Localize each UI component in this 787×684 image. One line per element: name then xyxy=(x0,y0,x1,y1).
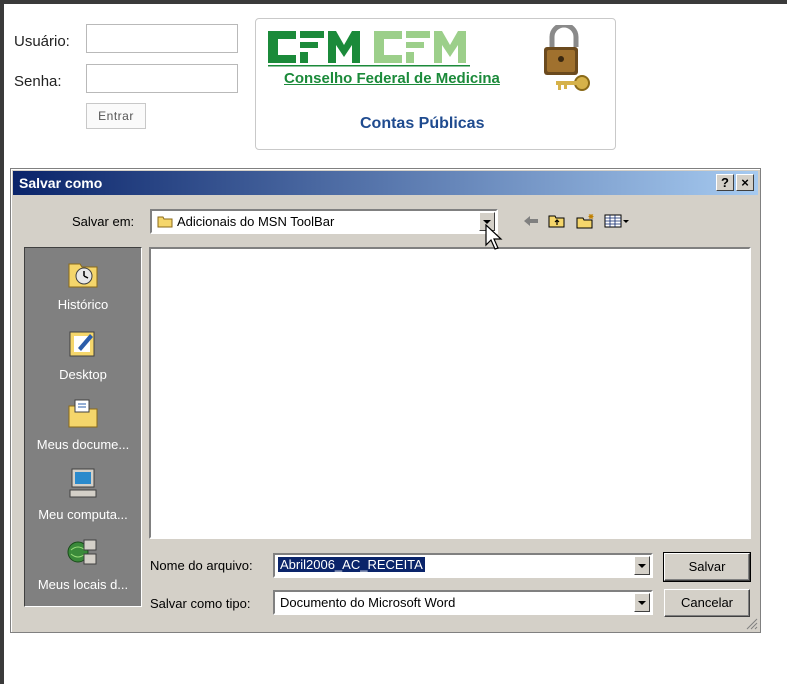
filename-combo[interactable]: Abril2006_AC_RECEITA xyxy=(273,553,653,578)
user-input[interactable] xyxy=(86,24,238,53)
window-left-border xyxy=(0,0,4,684)
dialog-title: Salvar como xyxy=(19,175,103,191)
save-in-value: Adicionais do MSN ToolBar xyxy=(177,214,335,229)
place-desktop-label: Desktop xyxy=(59,367,107,382)
filetype-value: Documento do Microsoft Word xyxy=(280,595,456,610)
place-network-label: Meus locais d... xyxy=(37,577,129,592)
cancel-button[interactable]: Cancelar xyxy=(664,589,750,617)
chevron-down-icon[interactable] xyxy=(634,556,650,575)
my-computer-icon xyxy=(69,468,97,498)
network-places-icon xyxy=(67,539,97,565)
place-my-documents-label: Meus docume... xyxy=(36,437,130,452)
place-history-label: Histórico xyxy=(57,297,109,312)
history-icon xyxy=(68,263,98,288)
chevron-down-icon[interactable] xyxy=(634,593,650,612)
filetype-label: Salvar como tipo: xyxy=(150,596,251,611)
cfm-logo xyxy=(268,31,470,67)
place-desktop[interactable]: Desktop xyxy=(25,326,141,382)
folder-icon xyxy=(157,216,173,228)
padlock-keys-icon xyxy=(544,25,590,91)
filename-value[interactable]: Abril2006_AC_RECEITA xyxy=(278,557,425,572)
back-arrow-icon[interactable] xyxy=(522,213,540,229)
place-history[interactable]: Histórico xyxy=(25,256,141,312)
enter-button[interactable]: Entrar xyxy=(86,103,146,129)
up-folder-icon[interactable] xyxy=(548,213,566,229)
mouse-cursor-icon xyxy=(485,224,503,250)
filetype-combo[interactable]: Documento do Microsoft Word xyxy=(273,590,653,615)
resize-grip-icon[interactable] xyxy=(746,618,758,630)
password-input[interactable] xyxy=(86,64,238,93)
view-menu-icon[interactable] xyxy=(604,213,630,229)
window-top-border xyxy=(0,0,787,4)
places-bar: Histórico Desktop Meus docume... Meu com… xyxy=(24,247,142,607)
council-name: Conselho Federal de Medicina xyxy=(284,70,500,87)
help-button[interactable]: ? xyxy=(716,174,734,191)
save-button[interactable]: Salvar xyxy=(663,552,751,582)
save-in-combo[interactable]: Adicionais do MSN ToolBar xyxy=(150,209,498,234)
user-label: Usuário: xyxy=(14,33,70,50)
place-my-computer[interactable]: Meu computa... xyxy=(25,466,141,522)
place-network[interactable]: Meus locais d... xyxy=(25,536,141,592)
filename-label: Nome do arquivo: xyxy=(150,558,253,573)
banner-subtitle: Contas Públicas xyxy=(360,115,485,132)
save-in-label: Salvar em: xyxy=(72,214,135,229)
password-label: Senha: xyxy=(14,73,62,90)
close-button[interactable]: × xyxy=(736,174,754,191)
place-my-computer-label: Meu computa... xyxy=(38,507,128,522)
save-as-dialog: Salvar como ? × Salvar em: Adicionais do… xyxy=(10,168,761,633)
new-folder-icon[interactable] xyxy=(576,213,596,229)
dialog-titlebar[interactable]: Salvar como ? × xyxy=(13,171,758,195)
file-list[interactable] xyxy=(149,247,751,539)
cfm-banner: Conselho Federal de Medicina Contas Públ… xyxy=(255,18,616,150)
my-documents-icon xyxy=(68,399,98,428)
desktop-icon xyxy=(69,331,95,357)
place-my-documents[interactable]: Meus docume... xyxy=(25,396,141,452)
